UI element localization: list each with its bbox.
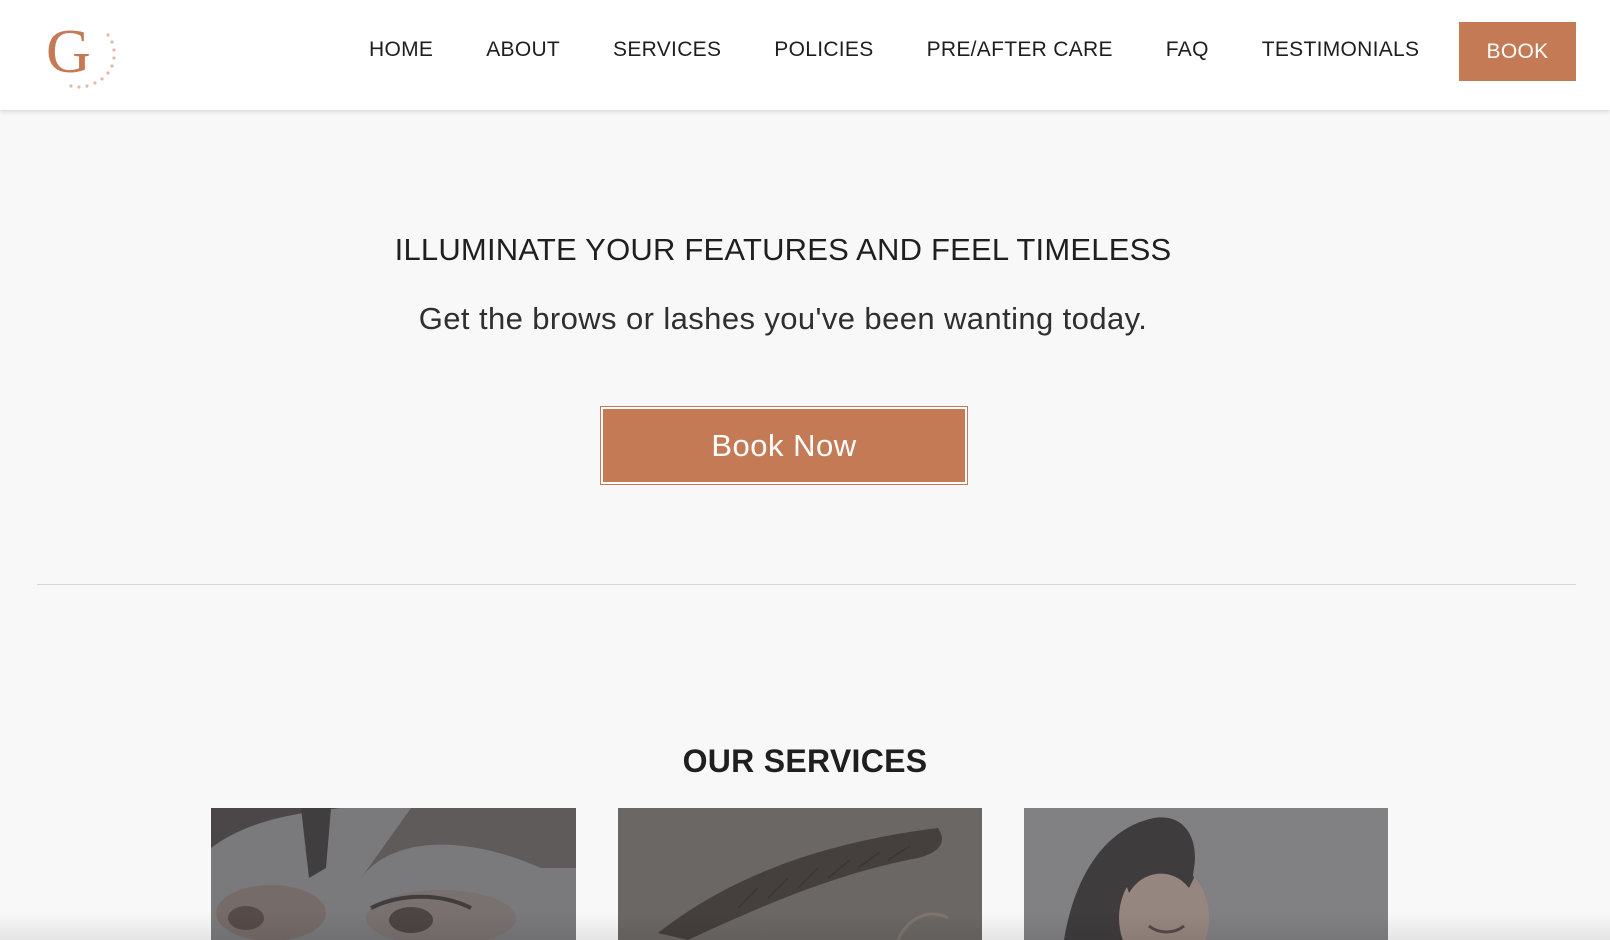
nav-item-services[interactable]: SERVICES	[613, 38, 721, 62]
nav-item-home[interactable]: HOME	[369, 38, 433, 62]
lash-closeup-image	[211, 808, 576, 940]
nav-item-testimonials[interactable]: TESTIMONIALS	[1262, 38, 1420, 62]
main-nav: HOME ABOUT SERVICES POLICIES PRE/AFTER C…	[369, 0, 1472, 100]
book-now-button[interactable]: Book Now	[600, 406, 968, 485]
brow-closeup-image	[618, 808, 982, 940]
hero-subtitle: Get the brows or lashes you've been want…	[418, 301, 1148, 336]
section-divider	[37, 584, 1576, 585]
brand-logo[interactable]: G	[40, 12, 120, 92]
nav-item-faq[interactable]: FAQ	[1166, 38, 1209, 62]
service-card-facial[interactable]	[1024, 808, 1388, 940]
service-card-brows[interactable]	[618, 808, 982, 940]
hero-title: ILLUMINATE YOUR FEATURES AND FEEL TIMELE…	[394, 232, 1172, 267]
services-title: OUR SERVICES	[682, 743, 928, 779]
book-button[interactable]: BOOK	[1459, 22, 1576, 81]
nav-item-policies[interactable]: POLICIES	[774, 38, 873, 62]
nav-item-pre-after-care[interactable]: PRE/AFTER CARE	[927, 38, 1113, 62]
logo-letter: G	[46, 18, 91, 86]
site-header: G HOME ABOUT SERVICES POLICIES PRE/AFTER…	[0, 0, 1610, 110]
nav-item-about[interactable]: ABOUT	[486, 38, 560, 62]
service-card-lashes[interactable]	[211, 808, 576, 940]
smiling-woman-image	[1024, 808, 1388, 940]
book-now-label: Book Now	[603, 409, 965, 482]
